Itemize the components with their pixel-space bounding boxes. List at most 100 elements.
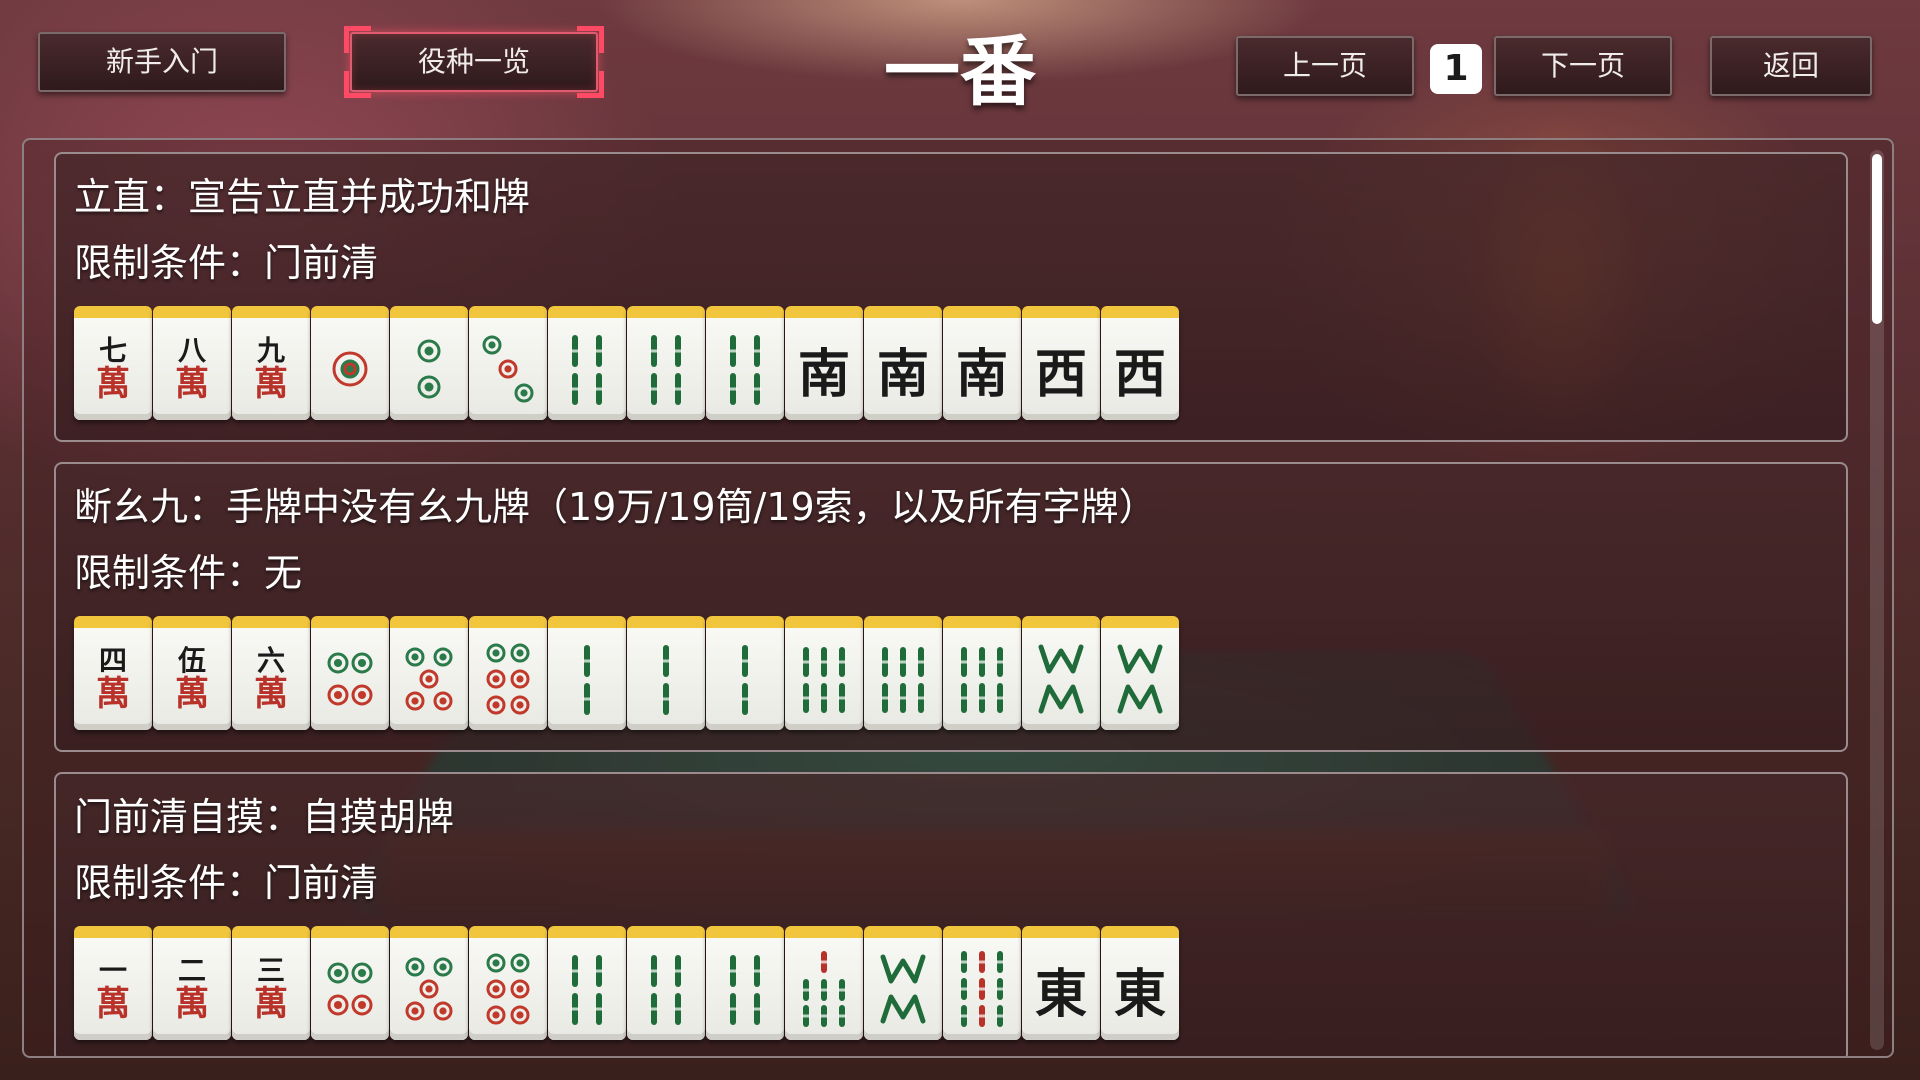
tile-suit: 萬 bbox=[96, 364, 130, 404]
honor-tile: 西 bbox=[1022, 306, 1100, 420]
bamboo-icon bbox=[802, 951, 846, 1027]
dots-icon bbox=[405, 647, 453, 711]
honor-tile: 南 bbox=[943, 306, 1021, 420]
tile-suit: 萬 bbox=[254, 674, 288, 714]
circle-tile bbox=[311, 616, 389, 730]
bamboo-tile bbox=[943, 926, 1021, 1040]
honor-tile: 西 bbox=[1101, 306, 1179, 420]
bamboo-icon bbox=[960, 647, 1004, 713]
tile-rank: 伍 bbox=[177, 644, 206, 677]
honor-glyph: 西 bbox=[1034, 343, 1087, 405]
circle-tile bbox=[390, 616, 468, 730]
scrollbar[interactable] bbox=[1870, 150, 1884, 1050]
tile-suit: 萬 bbox=[175, 364, 209, 404]
yaku-name: 立直：宣告立直并成功和牌 bbox=[74, 175, 531, 219]
bamboo-icon bbox=[650, 335, 682, 405]
bamboo-tile bbox=[548, 306, 626, 420]
dots-icon bbox=[486, 643, 530, 715]
bamboo-tile bbox=[864, 616, 942, 730]
bamboo-icon bbox=[571, 335, 603, 405]
scrollbar-thumb[interactable] bbox=[1872, 154, 1882, 324]
back-button[interactable]: 返回 bbox=[1710, 36, 1872, 96]
bamboo-tile bbox=[1022, 616, 1100, 730]
dots-icon bbox=[417, 339, 441, 399]
character-tile: 一萬 bbox=[74, 926, 152, 1040]
bamboo-tile bbox=[706, 306, 784, 420]
bamboo-tile bbox=[548, 926, 626, 1040]
character-tile: 伍萬 bbox=[153, 616, 231, 730]
character-tile: 八萬 bbox=[153, 306, 231, 420]
honor-glyph: 南 bbox=[876, 343, 929, 405]
honor-glyph: 東 bbox=[1113, 963, 1166, 1025]
bamboo-tile bbox=[943, 616, 1021, 730]
bamboo-tile bbox=[706, 616, 784, 730]
circle-tile bbox=[311, 926, 389, 1040]
honor-tile: 東 bbox=[1022, 926, 1100, 1040]
dots-icon bbox=[405, 957, 453, 1021]
honor-tile: 南 bbox=[864, 306, 942, 420]
dots-icon bbox=[486, 953, 530, 1025]
bamboo-icon bbox=[881, 647, 925, 713]
next-page-button[interactable]: 下一页 bbox=[1494, 36, 1672, 96]
bamboo-icon bbox=[880, 954, 926, 1024]
yaku-limit: 限制条件：门前清 bbox=[74, 241, 379, 285]
bamboo-icon bbox=[729, 955, 761, 1025]
honor-tile: 南 bbox=[785, 306, 863, 420]
bamboo-icon bbox=[662, 645, 670, 715]
tile-suit: 萬 bbox=[254, 364, 288, 404]
beginner-guide-button[interactable]: 新手入门 bbox=[38, 32, 286, 92]
tile-suit: 萬 bbox=[175, 674, 209, 714]
honor-glyph: 南 bbox=[797, 343, 850, 405]
honor-glyph: 東 bbox=[1034, 963, 1087, 1025]
bamboo-tile bbox=[785, 926, 863, 1040]
tile-suit: 萬 bbox=[254, 984, 288, 1024]
tile-rank: 八 bbox=[177, 334, 206, 367]
tile-rank: 三 bbox=[256, 954, 285, 987]
circle-tile bbox=[469, 926, 547, 1040]
character-tile: 二萬 bbox=[153, 926, 231, 1040]
bamboo-tile bbox=[627, 616, 705, 730]
tile-rank: 九 bbox=[256, 334, 285, 367]
yaku-card: 立直：宣告立直并成功和牌 限制条件：门前清 七萬八萬九萬南南南西西 bbox=[54, 152, 1848, 442]
character-tile: 九萬 bbox=[232, 306, 310, 420]
yaku-name: 门前清自摸：自摸胡牌 bbox=[74, 795, 455, 839]
bamboo-icon bbox=[583, 645, 591, 715]
tile-rank: 六 bbox=[256, 644, 285, 677]
bamboo-tile bbox=[548, 616, 626, 730]
page-title: 一番 bbox=[884, 27, 1036, 116]
tile-suit: 萬 bbox=[96, 674, 130, 714]
dots-icon bbox=[327, 962, 373, 1016]
example-hand: 四萬伍萬六萬 bbox=[74, 616, 1179, 732]
yaku-list-panel[interactable]: 立直：宣告立直并成功和牌 限制条件：门前清 七萬八萬九萬南南南西西 断幺九：手牌… bbox=[22, 138, 1894, 1058]
bamboo-icon bbox=[960, 951, 1004, 1027]
honor-glyph: 南 bbox=[955, 343, 1008, 405]
character-tile: 六萬 bbox=[232, 616, 310, 730]
bamboo-tile bbox=[627, 926, 705, 1040]
example-hand: 一萬二萬三萬東東 bbox=[74, 926, 1179, 1042]
tile-suit: 萬 bbox=[175, 984, 209, 1024]
example-hand: 七萬八萬九萬南南南西西 bbox=[74, 306, 1179, 422]
bamboo-tile bbox=[706, 926, 784, 1040]
bamboo-icon bbox=[1117, 644, 1163, 714]
tile-rank: 四 bbox=[98, 644, 127, 677]
dots-icon bbox=[482, 335, 534, 403]
honor-glyph: 西 bbox=[1113, 343, 1166, 405]
circle-tile bbox=[390, 926, 468, 1040]
dots-icon bbox=[332, 351, 368, 387]
character-tile: 四萬 bbox=[74, 616, 152, 730]
prev-page-button[interactable]: 上一页 bbox=[1236, 36, 1414, 96]
circle-tile bbox=[469, 306, 547, 420]
circle-tile bbox=[469, 616, 547, 730]
bamboo-icon bbox=[802, 647, 846, 713]
honor-tile: 東 bbox=[1101, 926, 1179, 1040]
yaku-list-button[interactable]: 役种一览 bbox=[344, 26, 604, 98]
yaku-limit: 限制条件：门前清 bbox=[74, 861, 379, 905]
circle-tile bbox=[390, 306, 468, 420]
bamboo-icon bbox=[571, 955, 603, 1025]
yaku-list-label: 役种一览 bbox=[417, 45, 530, 78]
bamboo-tile bbox=[627, 306, 705, 420]
yaku-name: 断幺九：手牌中没有幺九牌（19万/19筒/19索，以及所有字牌） bbox=[74, 485, 1157, 529]
bamboo-tile bbox=[1101, 616, 1179, 730]
bamboo-icon bbox=[1038, 644, 1084, 714]
yaku-limit: 限制条件：无 bbox=[74, 551, 303, 595]
